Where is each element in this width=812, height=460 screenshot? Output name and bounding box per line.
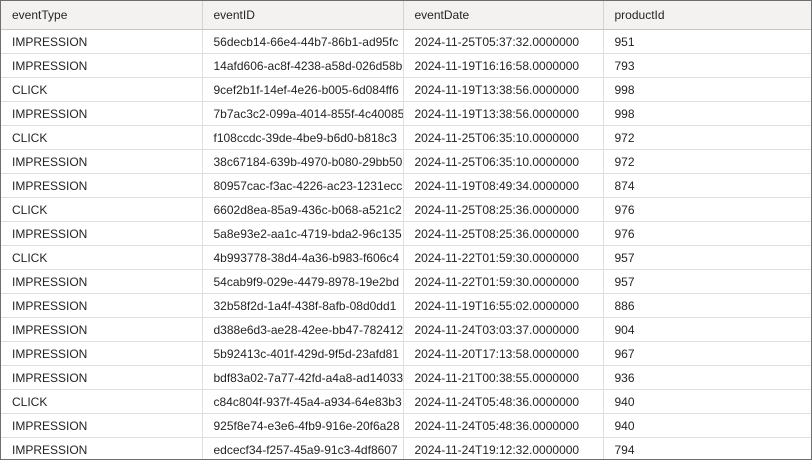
table-row[interactable]: IMPRESSION 7b7ac3c2-099a-4014-855f-4c4008… <box>1 101 811 126</box>
cell-eventid[interactable]: 7b7ac3c2-099a-4014-855f-4c40085 <box>202 101 404 126</box>
table-row[interactable]: IMPRESSION 5a8e93e2-aa1c-4719-bda2-96c135… <box>1 221 811 246</box>
table-row[interactable]: CLICK 6602d8ea-85a9-436c-b068-a521c2 2024-… <box>1 197 811 222</box>
cell-eventdate[interactable]: 2024-11-20T17:13:58.0000000 <box>403 341 604 366</box>
cell-eventdate[interactable]: 2024-11-19T13:38:56.0000000 <box>403 101 604 126</box>
table-row[interactable]: CLICK 4b993778-38d4-4a36-b983-f606c4 2024-… <box>1 245 811 270</box>
cell-eventid[interactable]: 5b92413c-401f-429d-9f5d-23afd81 <box>202 341 404 366</box>
cell-eventdate[interactable]: 2024-11-25T05:37:32.0000000 <box>403 29 604 54</box>
cell-productid[interactable]: 957 <box>603 269 811 294</box>
cell-eventdate[interactable]: 2024-11-25T06:35:10.0000000 <box>403 125 604 150</box>
cell-productid[interactable]: 951 <box>603 29 811 54</box>
cell-productid[interactable]: 976 <box>603 221 811 246</box>
cell-eventid[interactable]: 56decb14-66e4-44b7-86b1-ad95fc <box>202 29 404 54</box>
cell-eventtype[interactable]: IMPRESSION <box>1 173 203 198</box>
results-grid-frame: eventType eventID eventDate productId IM… <box>0 0 812 460</box>
cell-productid[interactable]: 940 <box>603 389 811 414</box>
cell-eventdate[interactable]: 2024-11-19T16:55:02.0000000 <box>403 293 604 318</box>
header-row: eventType eventID eventDate productId <box>1 1 811 30</box>
table-row[interactable]: IMPRESSION 925f8e74-e3e6-4fb9-916e-20f6a2… <box>1 413 811 438</box>
cell-eventtype[interactable]: CLICK <box>1 197 203 222</box>
cell-eventdate[interactable]: 2024-11-19T16:16:58.0000000 <box>403 53 604 78</box>
table-row[interactable]: IMPRESSION d388e6d3-ae28-42ee-bb47-782412… <box>1 317 811 342</box>
table-row[interactable]: IMPRESSION edcecf34-f257-45a9-91c3-4df860… <box>1 437 811 459</box>
cell-eventid[interactable]: 14afd606-ac8f-4238-a58d-026d58b <box>202 53 404 78</box>
cell-eventid[interactable]: 80957cac-f3ac-4226-ac23-1231ecc <box>202 173 404 198</box>
cell-eventdate[interactable]: 2024-11-24T03:03:37.0000000 <box>403 317 604 342</box>
cell-eventdate[interactable]: 2024-11-21T00:38:55.0000000 <box>403 365 604 390</box>
cell-eventdate[interactable]: 2024-11-25T06:35:10.0000000 <box>403 149 604 174</box>
table-row[interactable]: IMPRESSION 5b92413c-401f-429d-9f5d-23afd8… <box>1 341 811 366</box>
cell-eventid[interactable]: 6602d8ea-85a9-436c-b068-a521c2 <box>202 197 404 222</box>
table-row[interactable]: IMPRESSION 80957cac-f3ac-4226-ac23-1231ec… <box>1 173 811 198</box>
table-row[interactable]: CLICK f108ccdc-39de-4be9-b6d0-b818c3 2024-… <box>1 125 811 150</box>
table-row[interactable]: IMPRESSION bdf83a02-7a77-42fd-a4a8-ad1403… <box>1 365 811 390</box>
table-row[interactable]: IMPRESSION 38c67184-639b-4970-b080-29bb50… <box>1 149 811 174</box>
cell-eventid[interactable]: d388e6d3-ae28-42ee-bb47-782412 <box>202 317 404 342</box>
cell-eventid[interactable]: bdf83a02-7a77-42fd-a4a8-ad14033 <box>202 365 404 390</box>
cell-productid[interactable]: 957 <box>603 245 811 270</box>
cell-eventtype[interactable]: IMPRESSION <box>1 149 203 174</box>
cell-eventtype[interactable]: CLICK <box>1 245 203 270</box>
table-row[interactable]: CLICK 9cef2b1f-14ef-4e26-b005-6d084ff6 202… <box>1 77 811 102</box>
cell-eventdate[interactable]: 2024-11-24T19:12:32.0000000 <box>403 437 604 459</box>
cell-eventtype[interactable]: IMPRESSION <box>1 221 203 246</box>
cell-eventdate[interactable]: 2024-11-22T01:59:30.0000000 <box>403 269 604 294</box>
table-row[interactable]: IMPRESSION 14afd606-ac8f-4238-a58d-026d58… <box>1 53 811 78</box>
cell-eventid[interactable]: 5a8e93e2-aa1c-4719-bda2-96c135 <box>202 221 404 246</box>
cell-productid[interactable]: 886 <box>603 293 811 318</box>
column-header-productid[interactable]: productId <box>603 1 811 30</box>
cell-eventtype[interactable]: IMPRESSION <box>1 53 203 78</box>
table-row[interactable]: CLICK c84c804f-937f-45a4-a934-64e83b3 2024… <box>1 389 811 414</box>
column-header-eventtype[interactable]: eventType <box>1 1 203 30</box>
cell-eventdate[interactable]: 2024-11-19T08:49:34.0000000 <box>403 173 604 198</box>
cell-eventtype[interactable]: IMPRESSION <box>1 341 203 366</box>
table-row[interactable]: IMPRESSION 56decb14-66e4-44b7-86b1-ad95fc… <box>1 29 811 54</box>
cell-eventtype[interactable]: CLICK <box>1 125 203 150</box>
cell-eventtype[interactable]: IMPRESSION <box>1 413 203 438</box>
cell-eventdate[interactable]: 2024-11-22T01:59:30.0000000 <box>403 245 604 270</box>
cell-eventid[interactable]: 38c67184-639b-4970-b080-29bb50 <box>202 149 404 174</box>
column-header-eventid[interactable]: eventID <box>202 1 404 30</box>
cell-eventtype[interactable]: IMPRESSION <box>1 29 203 54</box>
cell-productid[interactable]: 936 <box>603 365 811 390</box>
cell-eventdate[interactable]: 2024-11-25T08:25:36.0000000 <box>403 221 604 246</box>
cell-eventtype[interactable]: IMPRESSION <box>1 269 203 294</box>
cell-eventid[interactable]: 54cab9f9-029e-4479-8978-19e2bd <box>202 269 404 294</box>
cell-eventtype[interactable]: CLICK <box>1 77 203 102</box>
cell-productid[interactable]: 904 <box>603 317 811 342</box>
cell-eventtype[interactable]: IMPRESSION <box>1 293 203 318</box>
cell-eventid[interactable]: 925f8e74-e3e6-4fb9-916e-20f6a28 <box>202 413 404 438</box>
cell-eventid[interactable]: edcecf34-f257-45a9-91c3-4df8607 <box>202 437 404 459</box>
cell-eventtype[interactable]: IMPRESSION <box>1 101 203 126</box>
cell-eventid[interactable]: 9cef2b1f-14ef-4e26-b005-6d084ff6 <box>202 77 404 102</box>
cell-productid[interactable]: 794 <box>603 437 811 459</box>
cell-eventdate[interactable]: 2024-11-24T05:48:36.0000000 <box>403 413 604 438</box>
cell-eventdate[interactable]: 2024-11-19T13:38:56.0000000 <box>403 77 604 102</box>
cell-eventid[interactable]: 4b993778-38d4-4a36-b983-f606c4 <box>202 245 404 270</box>
cell-productid[interactable]: 998 <box>603 101 811 126</box>
cell-productid[interactable]: 940 <box>603 413 811 438</box>
cell-eventdate[interactable]: 2024-11-25T08:25:36.0000000 <box>403 197 604 222</box>
cell-eventdate[interactable]: 2024-11-24T05:48:36.0000000 <box>403 389 604 414</box>
cell-eventtype[interactable]: IMPRESSION <box>1 365 203 390</box>
cell-productid[interactable]: 972 <box>603 149 811 174</box>
cell-eventid[interactable]: c84c804f-937f-45a4-a934-64e83b3 <box>202 389 404 414</box>
cell-productid[interactable]: 972 <box>603 125 811 150</box>
cell-productid[interactable]: 967 <box>603 341 811 366</box>
cell-productid[interactable]: 793 <box>603 53 811 78</box>
results-table: eventType eventID eventDate productId IM… <box>1 1 811 459</box>
cell-eventtype[interactable]: CLICK <box>1 389 203 414</box>
cell-productid[interactable]: 998 <box>603 77 811 102</box>
cell-eventid[interactable]: 32b58f2d-1a4f-438f-8afb-08d0dd1 <box>202 293 404 318</box>
cell-productid[interactable]: 874 <box>603 173 811 198</box>
table-body: IMPRESSION 56decb14-66e4-44b7-86b1-ad95fc… <box>1 29 811 459</box>
table-row[interactable]: IMPRESSION 32b58f2d-1a4f-438f-8afb-08d0dd… <box>1 293 811 318</box>
column-header-eventdate[interactable]: eventDate <box>403 1 604 30</box>
cell-eventtype[interactable]: IMPRESSION <box>1 317 203 342</box>
cell-productid[interactable]: 976 <box>603 197 811 222</box>
table-row[interactable]: IMPRESSION 54cab9f9-029e-4479-8978-19e2bd… <box>1 269 811 294</box>
cell-eventtype[interactable]: IMPRESSION <box>1 437 203 459</box>
cell-eventid[interactable]: f108ccdc-39de-4be9-b6d0-b818c3 <box>202 125 404 150</box>
